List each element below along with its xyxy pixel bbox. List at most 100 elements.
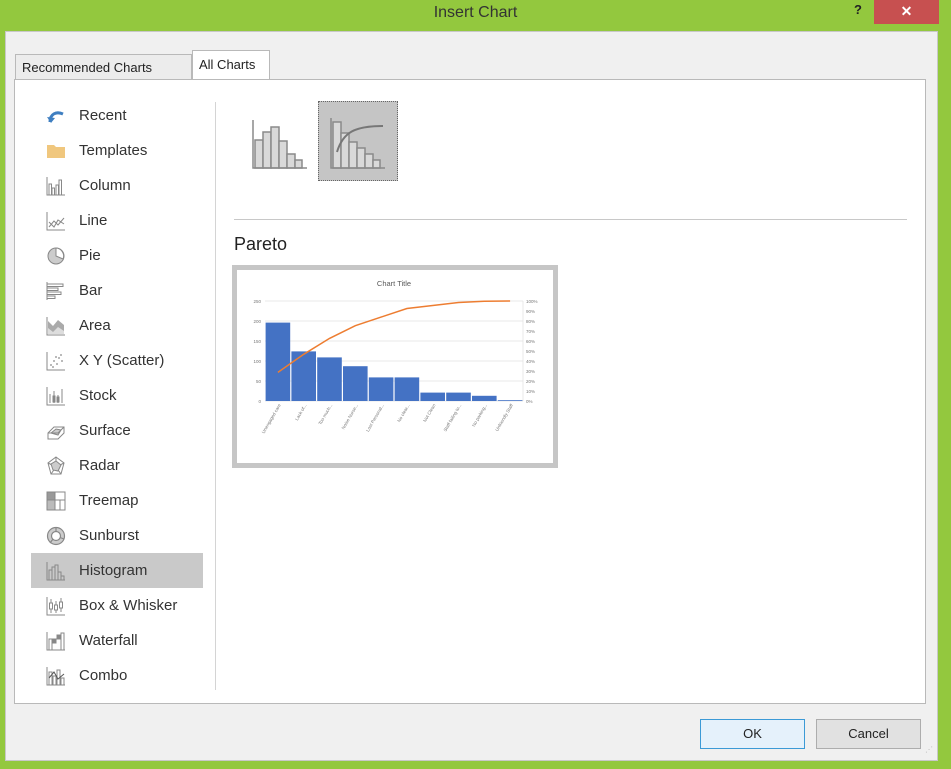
sidebar-item-label: Stock [79,387,117,404]
sidebar-item-label: Bar [79,282,103,299]
y-right-tick-label: 40% [526,359,535,364]
pareto-subtype-icon [330,118,385,169]
subtype-histogram[interactable] [240,101,320,181]
scatter-chart-icon [45,350,67,372]
sidebar-item-label: Box & Whisker [79,597,178,614]
sidebar-item-waterfall[interactable]: Waterfall [31,623,203,658]
sidebar-item-label: Recent [79,107,127,124]
y-left-tick-label: 0 [258,399,261,404]
sidebar-item-templates[interactable]: Templates [31,133,203,168]
sidebar-item-recent[interactable]: Recent [31,98,203,133]
y-right-tick-label: 70% [526,329,535,334]
recent-icon [45,105,67,127]
sidebar-item-label: Combo [79,667,128,684]
radar-chart-icon [45,455,67,477]
pie-chart-icon [45,245,67,267]
y-left-tick-label: 250 [253,299,261,304]
sidebar-item-stock[interactable]: Stock [31,378,203,413]
templates-folder-icon [45,140,67,162]
category-label: Too much... [317,403,333,426]
sidebar-item-histogram[interactable]: Histogram [31,553,203,588]
sidebar-item-label: Pie [79,247,101,264]
bar-2 [291,351,316,401]
column-chart-icon [45,175,67,197]
y-right-tick-label: 60% [526,339,535,344]
sidebar-item-area[interactable]: Area [31,308,203,343]
pareto-chart: Chart Title 0 50 100 150 200 250 0% 10% 20% 30% 40%… [253,279,538,435]
bar-9 [472,395,497,401]
y-right-tick-label: 20% [526,379,535,384]
cancel-button[interactable]: Cancel [816,719,921,749]
category-label: No parking... [471,403,488,428]
bar-4 [343,366,368,401]
y-right-tick-label: 30% [526,369,535,374]
sidebar-item-bar[interactable]: Bar [31,273,203,308]
sidebar-item-radar[interactable]: Radar [31,448,203,483]
sidebar-item-label: Templates [79,142,148,159]
y-right-tick-label: 10% [526,389,535,394]
title-bar[interactable]: Insert Chart ? ✕ [0,0,951,30]
y-right-tick-label: 100% [526,299,538,304]
sidebar-item-pie[interactable]: Pie [31,238,203,273]
sidebar-item-label: Line [79,212,108,229]
category-label: Lost Personal... [365,403,385,433]
sidebar-item-label: Histogram [79,562,148,579]
sidebar-item-label: Area [79,317,111,334]
surface-chart-icon [45,420,67,442]
sidebar-item-label: Radar [79,457,120,474]
category-label: Not Clean [422,403,437,423]
sidebar-item-treemap[interactable]: Treemap [31,483,203,518]
gallery-divider [234,219,907,220]
insert-chart-dialog: Insert Chart ? ✕ Recommended Charts All … [0,0,951,769]
histogram-chart-icon [45,560,67,582]
sidebar-item-label: Surface [79,422,131,439]
bar-chart-icon [45,280,67,302]
sidebar-item-label: Sunburst [79,527,140,544]
sidebar-item-sunburst[interactable]: Sunburst [31,518,203,553]
y-right-tick-label: 90% [526,309,535,314]
sidebar-item-column[interactable]: Column [31,168,203,203]
all-charts-panel: Recent Templates Column Line Pie Bar Area X Y (… [14,79,926,704]
y-left-tick-label: 200 [253,319,261,324]
category-label: Unfriendly Staff [494,402,514,432]
line-chart-icon [45,210,67,232]
y-right-tick-label: 80% [526,319,535,324]
dialog-body: Recommended Charts All Charts Recent Temp… [5,31,938,761]
help-button[interactable]: ? [846,2,870,22]
ok-button[interactable]: OK [700,719,805,749]
y-left-tick-label: 150 [253,339,261,344]
sidebar-item-label: Treemap [79,492,139,509]
sidebar-item-label: Column [79,177,131,194]
close-button[interactable]: ✕ [874,0,939,24]
bar-10 [497,400,523,401]
tab-recommended-charts[interactable]: Recommended Charts [15,54,192,80]
histogram-subtype-icon [252,120,307,169]
bar-5 [368,377,394,401]
area-chart-icon [45,315,67,337]
sunburst-chart-icon [45,525,67,547]
sidebar-item-surface[interactable]: Surface [31,413,203,448]
bar-8 [446,392,471,401]
bar-3 [317,357,342,401]
combo-chart-icon [45,665,67,687]
stock-chart-icon [45,385,67,407]
category-label: Unengaged care [261,403,282,435]
box-whisker-chart-icon [45,595,67,617]
sidebar-item-combo[interactable]: Combo [31,658,203,693]
tab-all-charts[interactable]: All Charts [192,50,270,82]
category-label: Noise Nurse... [341,403,360,430]
sidebar-item-box-whisker[interactable]: Box & Whisker [31,588,203,623]
subtype-pareto[interactable] [318,101,398,181]
category-label: No clear... [396,403,410,423]
waterfall-chart-icon [45,630,67,652]
sidebar-item-label: Waterfall [79,632,138,649]
bar-1 [265,322,291,401]
sidebar-item-line[interactable]: Line [31,203,203,238]
sidebar-item-x-y-scatter[interactable]: X Y (Scatter) [31,343,203,378]
y-right-tick-label: 0% [526,399,533,404]
chart-preview[interactable]: Chart Title 0 50 100 150 200 250 0% 10% 20% 30% 40%… [232,265,558,468]
treemap-chart-icon [45,490,67,512]
resize-grip[interactable]: ⋰ [925,746,935,758]
close-icon: ✕ [900,3,913,19]
sidebar-divider [215,102,216,690]
